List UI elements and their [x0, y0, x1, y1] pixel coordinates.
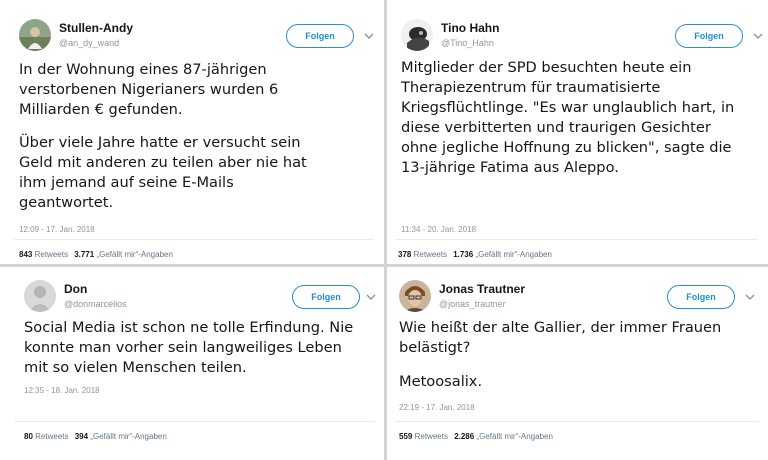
tweet-timestamp[interactable]: 22:19 - 17. Jan. 2018: [399, 403, 475, 412]
like-label[interactable]: „Gefällt mir“-Angaben: [90, 432, 166, 441]
retweet-label[interactable]: Retweets: [415, 432, 448, 441]
retweet-label[interactable]: Retweets: [35, 432, 68, 441]
tweet-card: Stullen-Andy @an_dy_wand Folgen In der W…: [0, 0, 384, 266]
retweet-count[interactable]: 80: [24, 432, 33, 441]
text-line: diese verbitterten und traurigen Gesicht…: [401, 119, 711, 136]
tweet-timestamp[interactable]: 12:35 - 18. Jan. 2018: [24, 386, 100, 395]
tweet-header: Tino Hahn @Tino_Hahn Folgen: [401, 15, 763, 57]
like-label[interactable]: „Gefällt mir“-Angaben: [475, 250, 551, 259]
text-line: Milliarden € gefunden.: [19, 101, 183, 118]
like-count[interactable]: 394: [75, 432, 88, 441]
engagement-stats: 843 Retweets 3.771 „Gefällt mir“-Angaben: [19, 250, 173, 259]
text-line: In der Wohnung eines 87-jährigen: [19, 61, 267, 78]
divider: [395, 421, 758, 422]
text-line: belästigt?: [399, 339, 471, 356]
text-line: Social Media ist schon ne tolle Erfindun…: [24, 319, 354, 336]
chevron-down-icon[interactable]: [751, 29, 765, 43]
tweet-text: Mitglieder der SPD besuchten heute ein T…: [401, 58, 734, 178]
follow-button[interactable]: Folgen: [286, 24, 354, 48]
tweet-card: Tino Hahn @Tino_Hahn Folgen Mitglieder d…: [387, 0, 768, 266]
divider: [14, 239, 374, 240]
text-line: Über viele Jahre hatte er versucht sein: [19, 134, 301, 151]
text-line: konnte man vorher sein langweiliges Lebe…: [24, 339, 342, 356]
text-line: verstorbenen Nigerianers wurden 6: [19, 81, 279, 98]
retweet-count[interactable]: 559: [399, 432, 412, 441]
divider: [14, 421, 374, 422]
author-handle[interactable]: @donmarcelios: [64, 299, 127, 309]
follow-button[interactable]: Folgen: [667, 285, 735, 309]
author-name[interactable]: Jonas Trautner: [439, 282, 525, 296]
retweet-count[interactable]: 843: [19, 250, 32, 259]
text-line: Mitglieder der SPD besuchten heute ein: [401, 59, 692, 76]
author-name[interactable]: Stullen-Andy: [59, 21, 133, 35]
chevron-down-icon[interactable]: [743, 290, 757, 304]
engagement-stats: 378 Retweets 1.736 „Gefällt mir“-Angaben: [398, 250, 552, 259]
like-count[interactable]: 2.286: [454, 432, 474, 441]
text-line: ihm jemand auf seine E-Mails: [19, 174, 234, 191]
divider: [395, 239, 758, 240]
tweet-timestamp[interactable]: 11:34 - 20. Jan. 2018: [401, 225, 476, 234]
retweet-label[interactable]: Retweets: [35, 250, 68, 259]
like-label[interactable]: „Gefällt mir“-Angaben: [96, 250, 172, 259]
follow-button[interactable]: Folgen: [292, 285, 360, 309]
author-handle[interactable]: @an_dy_wand: [59, 38, 119, 48]
like-count[interactable]: 3.771: [74, 250, 94, 259]
retweet-count[interactable]: 378: [398, 250, 411, 259]
tweet-card: Don @donmarcelios Folgen Social Media is…: [0, 266, 384, 460]
text-line: Metoosalix.: [399, 373, 483, 390]
text-line: geantwortet.: [19, 194, 114, 211]
avatar[interactable]: [399, 280, 431, 312]
tweet-timestamp[interactable]: 12:09 - 17. Jan. 2018: [19, 225, 95, 234]
tweet-header: Jonas Trautner @jonas_trautner Folgen: [399, 276, 760, 318]
author-handle[interactable]: @Tino_Hahn: [441, 38, 494, 48]
author-name[interactable]: Tino Hahn: [441, 21, 499, 35]
avatar[interactable]: [24, 280, 56, 312]
engagement-stats: 559 Retweets 2.286 „Gefällt mir“-Angaben: [399, 432, 553, 441]
author-handle[interactable]: @jonas_trautner: [439, 299, 506, 309]
text-line: ohne jegliche Hoffnung zu blicken", sagt…: [401, 139, 732, 156]
panel-divider-horizontal: [0, 264, 768, 267]
tweet-header: Don @donmarcelios Folgen: [24, 276, 376, 318]
text-line: mit so vielen Menschen teilen.: [24, 359, 247, 376]
retweet-label[interactable]: Retweets: [414, 250, 447, 259]
avatar[interactable]: [401, 19, 433, 51]
avatar[interactable]: [19, 19, 51, 51]
text-line: 13-jährige Fatima aus Aleppo.: [401, 159, 619, 176]
like-label[interactable]: „Gefällt mir“-Angaben: [476, 432, 552, 441]
chevron-down-icon[interactable]: [362, 29, 376, 43]
chevron-down-icon[interactable]: [364, 290, 378, 304]
tweet-card: Jonas Trautner @jonas_trautner Folgen Wi…: [387, 266, 768, 460]
tweet-header: Stullen-Andy @an_dy_wand Folgen: [19, 15, 376, 57]
panel-divider-vertical: [384, 0, 387, 460]
text-line: Geld mit anderen zu teilen aber nie hat: [19, 154, 307, 171]
tweet-text: In der Wohnung eines 87-jährigen verstor…: [19, 60, 307, 213]
tweet-text: Social Media ist schon ne tolle Erfindun…: [24, 318, 353, 378]
like-count[interactable]: 1.736: [453, 250, 473, 259]
text-line: Wie heißt der alte Gallier, der immer Fr…: [399, 319, 722, 336]
author-name[interactable]: Don: [64, 282, 87, 296]
follow-button[interactable]: Folgen: [675, 24, 743, 48]
tweet-collage: Stullen-Andy @an_dy_wand Folgen In der W…: [0, 0, 768, 460]
engagement-stats: 80 Retweets 394 „Gefällt mir“-Angaben: [24, 432, 167, 441]
tweet-text: Wie heißt der alte Gallier, der immer Fr…: [399, 318, 721, 392]
text-line: Therapiezentrum für traumatisierte: [401, 79, 661, 96]
text-line: Kriegsflüchtlinge. "Es war unglaublich h…: [401, 99, 735, 116]
